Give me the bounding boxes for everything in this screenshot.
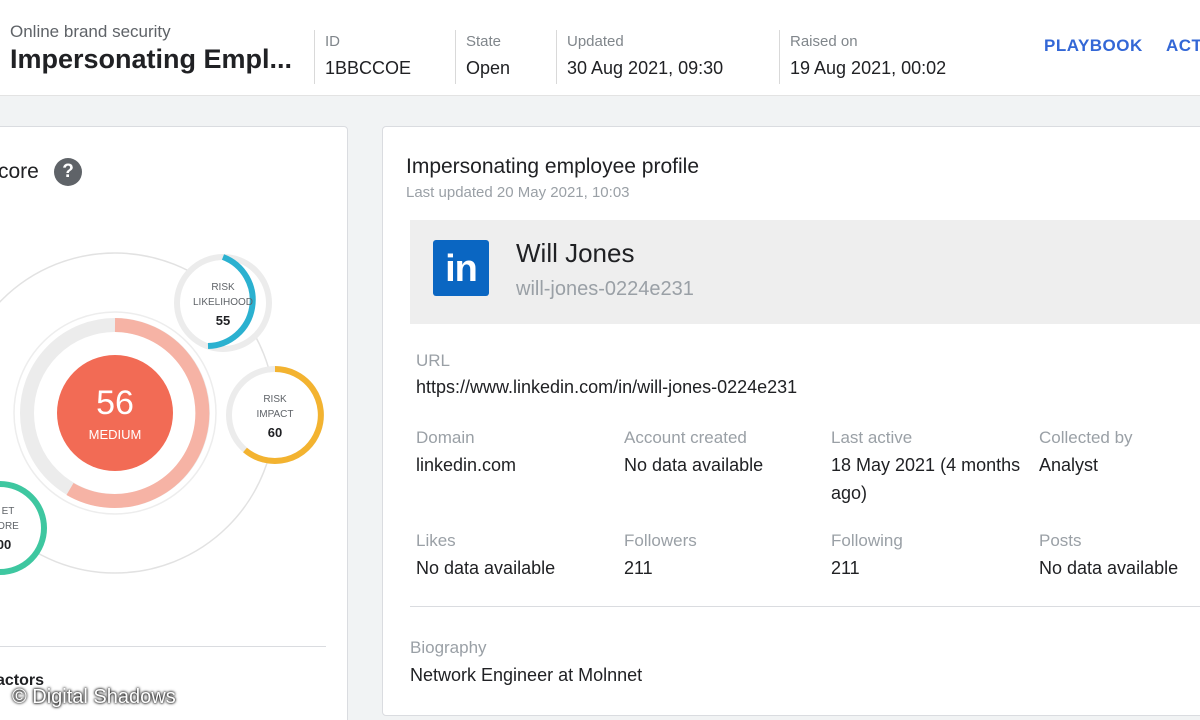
last-active-value-line1: 18 May 2021 (4 months bbox=[831, 455, 1021, 475]
last-active-label: Last active bbox=[831, 428, 913, 447]
meta-updated: Updated 30 Aug 2021, 09:30 bbox=[556, 30, 723, 84]
collected-by-label: Collected by bbox=[1039, 428, 1133, 447]
meta-label: ID bbox=[325, 33, 340, 50]
meta-value: 19 Aug 2021, 00:02 bbox=[790, 58, 947, 78]
section-label: Online brand security bbox=[10, 22, 171, 41]
meta-id: ID 1BBCCOE bbox=[314, 30, 411, 84]
impact-label-2: IMPACT bbox=[256, 409, 293, 420]
overall-score-level: MEDIUM bbox=[89, 427, 142, 442]
help-icon[interactable]: ? bbox=[54, 158, 82, 186]
meta-state: State Open bbox=[455, 30, 510, 84]
likelihood-value: 55 bbox=[216, 313, 230, 328]
risk-score-title: core bbox=[0, 160, 39, 183]
actions-link[interactable]: ACT bbox=[1166, 36, 1200, 56]
meta-value: Open bbox=[466, 58, 511, 78]
following-value: 211 bbox=[831, 558, 860, 578]
likelihood-label-2: LIKELIHOOD bbox=[193, 297, 253, 308]
overall-score-value: 56 bbox=[96, 384, 134, 422]
card-title: Impersonating employee profile bbox=[406, 155, 699, 178]
meta-raised-on: Raised on 19 Aug 2021, 00:02 bbox=[779, 30, 946, 84]
impact-label-1: RISK bbox=[263, 394, 287, 405]
likes-value: No data available bbox=[416, 558, 556, 578]
followers-label: Followers bbox=[624, 531, 697, 550]
posts-label: Posts bbox=[1039, 531, 1082, 550]
profile-name: Will Jones bbox=[516, 238, 635, 268]
likes-label: Likes bbox=[416, 531, 456, 550]
domain-label: Domain bbox=[416, 428, 475, 447]
meta-value: 30 Aug 2021, 09:30 bbox=[567, 58, 724, 78]
following-label: Following bbox=[831, 531, 903, 550]
collected-by-value: Analyst bbox=[1039, 455, 1099, 475]
profile-handle: will-jones-0224e231 bbox=[516, 278, 694, 300]
asset-label-1: ET bbox=[2, 506, 15, 517]
domain-value: linkedin.com bbox=[416, 455, 517, 475]
linkedin-logo-icon: in bbox=[433, 240, 489, 296]
account-created-label: Account created bbox=[624, 428, 747, 447]
meta-label: State bbox=[466, 33, 502, 50]
watermark-text: © Digital Shadows bbox=[12, 686, 176, 708]
biography-label: Biography bbox=[410, 638, 487, 657]
followers-value: 211 bbox=[624, 558, 653, 578]
meta-label: Updated bbox=[567, 33, 624, 50]
asset-label-2: ORE bbox=[0, 521, 19, 532]
meta-label: Raised on bbox=[790, 33, 858, 50]
divider bbox=[410, 606, 1200, 607]
posts-value: No data available bbox=[1039, 558, 1179, 578]
asset-value: 00 bbox=[0, 537, 11, 552]
page-header: Online brand security Impersonating Empl… bbox=[0, 0, 1200, 96]
profile-summary bbox=[410, 220, 1200, 324]
likelihood-label-1: RISK bbox=[211, 282, 235, 293]
meta-value: 1BBCCOE bbox=[325, 58, 412, 78]
account-created-value: No data available bbox=[624, 455, 764, 475]
url-label: URL bbox=[416, 351, 451, 370]
impact-value: 60 bbox=[268, 425, 282, 440]
biography-value: Network Engineer at Molnnet bbox=[410, 665, 643, 685]
url-value[interactable]: https://www.linkedin.com/in/will-jones-0… bbox=[416, 373, 797, 401]
playbook-link[interactable]: PLAYBOOK bbox=[1044, 36, 1143, 56]
employee-profile-card bbox=[382, 126, 1200, 716]
last-updated-text: Last updated 20 May 2021, 10:03 bbox=[406, 184, 630, 201]
risk-score-diagram: 56 MEDIUM RISK LIKELIHOOD 55 RISK IMPACT… bbox=[0, 252, 324, 575]
last-active-value-line2: ago) bbox=[831, 483, 868, 503]
page-title: Impersonating Empl... bbox=[10, 44, 293, 74]
divider bbox=[0, 646, 326, 647]
